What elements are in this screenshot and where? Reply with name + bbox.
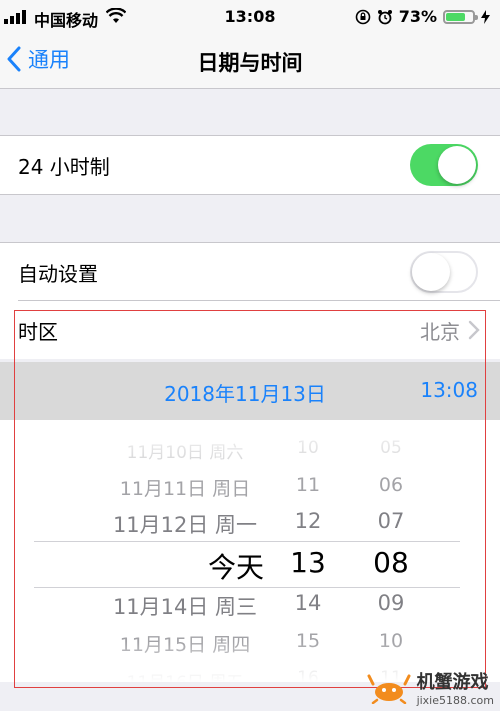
picker-minute: 08: [373, 545, 409, 579]
battery-percent: 73%: [398, 7, 437, 26]
orientation-lock-icon: [355, 9, 371, 24]
charging-icon: [481, 9, 490, 24]
auto-set-toggle[interactable]: [410, 251, 478, 293]
chevron-right-icon: [468, 320, 480, 340]
auto-set-row: 自动设置: [0, 243, 500, 301]
picker-hour: 14: [294, 591, 322, 616]
picker-date: 今天: [207, 550, 264, 584]
selected-time: 13:08: [420, 378, 478, 402]
picker-hour: 12: [294, 509, 322, 534]
toggle-knob: [438, 146, 476, 184]
hour24-label: 24 小时制: [18, 155, 110, 179]
selected-date: 2018年11月13日: [164, 382, 326, 406]
battery-icon: [443, 9, 478, 24]
picker-selection-line: [34, 541, 460, 542]
watermark-title: 机蟹游戏: [416, 672, 489, 693]
datetime-picker[interactable]: 11月10日 周六100511月11日 周日110611月12日 周一1207今…: [0, 420, 500, 682]
picker-fade: [0, 420, 500, 480]
selected-datetime-row[interactable]: 2018年11月13日 13:08: [0, 362, 500, 420]
page-title: 日期与时间: [197, 51, 303, 75]
status-bar: 中国移动 13:08 73%: [0, 0, 500, 34]
hour24-group: 24 小时制: [0, 135, 500, 195]
toggle-knob: [412, 253, 450, 291]
timezone-row[interactable]: 时区 北京: [0, 301, 500, 359]
crab-logo-icon: [367, 674, 411, 704]
picker-minute: 09: [377, 591, 405, 616]
picker-hour: 13: [290, 545, 326, 579]
timezone-label: 时区: [18, 320, 58, 344]
auto-set-label: 自动设置: [18, 262, 98, 286]
picker-selection-line: [34, 587, 460, 588]
picker-minute: 07: [377, 509, 405, 534]
hour24-row: 24 小时制: [0, 136, 500, 194]
datetime-group: 自动设置 时区 北京: [0, 242, 500, 359]
picker-date: 11月12日 周一: [112, 513, 258, 538]
timezone-value: 北京: [420, 320, 460, 344]
picker-date: 11月14日 周三: [112, 595, 258, 620]
watermark: 机蟹游戏 jixie5188.com: [367, 668, 494, 707]
watermark-url: jixie5188.com: [416, 694, 494, 707]
alarm-icon: [377, 9, 392, 24]
navigation-bar: 通用 日期与时间: [0, 34, 500, 89]
hour24-toggle[interactable]: [410, 144, 478, 186]
